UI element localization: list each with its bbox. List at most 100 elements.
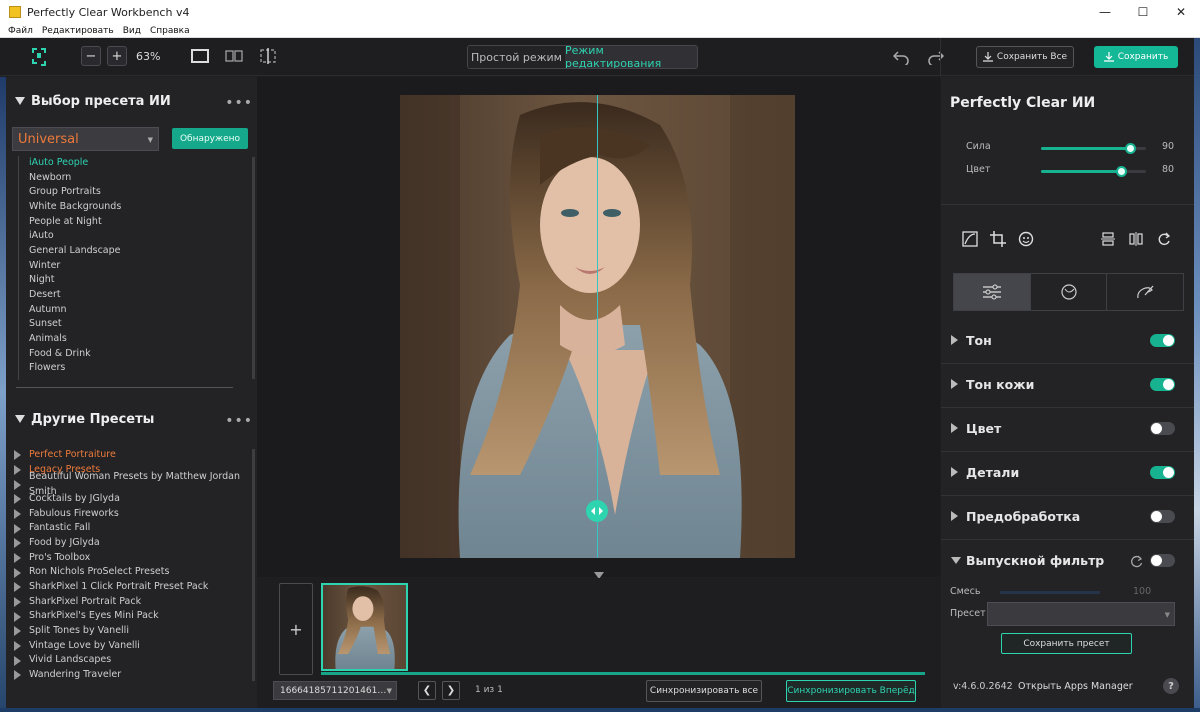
other-preset-item[interactable]: Fantastic Fall — [14, 521, 254, 536]
other-preset-item[interactable]: Food by JGlyda — [14, 536, 254, 551]
other-preset-item[interactable]: Beautiful Woman Presets by Matthew Jorda… — [14, 471, 254, 497]
strength-track[interactable] — [1041, 143, 1146, 154]
flip-horizontal-icon[interactable] — [1127, 231, 1145, 247]
ai-preset-item[interactable]: White Backgrounds — [19, 200, 254, 215]
save-preset-button[interactable]: Сохранить пресет — [1001, 633, 1132, 654]
minimize-button[interactable]: — — [1086, 0, 1124, 24]
blend-slider[interactable]: Смесь 100 — [950, 586, 1180, 598]
section-2[interactable]: Тон кожи — [941, 364, 1194, 408]
flip-vertical-icon[interactable] — [1099, 231, 1117, 247]
reset-icon[interactable] — [1130, 555, 1143, 568]
tab-creative[interactable] — [1031, 274, 1108, 310]
other-preset-item[interactable]: Wandering Traveler — [14, 668, 254, 683]
zoom-out-button[interactable]: − — [81, 46, 101, 66]
edit-mode-tab[interactable]: Режим редактирования — [565, 46, 697, 68]
other-preset-item[interactable]: Split Tones by Vanelli — [14, 624, 254, 639]
ai-preset-item[interactable]: iAuto — [19, 229, 254, 244]
detected-button[interactable]: Обнаружено — [172, 128, 248, 149]
crop-icon[interactable] — [989, 231, 1007, 247]
next-image-button[interactable]: ❯ — [442, 681, 460, 700]
add-image-button[interactable]: + — [279, 583, 313, 675]
blend-track[interactable] — [1000, 591, 1100, 594]
section-toggle[interactable] — [1150, 378, 1175, 391]
section-3[interactable]: Цвет — [941, 408, 1194, 452]
face-icon[interactable] — [1017, 231, 1035, 247]
ai-preset-item[interactable]: People at Night — [19, 215, 254, 230]
filmstrip-thumbnail[interactable] — [321, 583, 408, 671]
sync-forward-button[interactable]: Синхронизировать Вперёд — [786, 680, 916, 702]
other-preset-item[interactable]: Vivid Landscapes — [14, 653, 254, 668]
color-track[interactable] — [1041, 166, 1146, 177]
strength-slider[interactable]: Сила 90 — [966, 141, 1176, 155]
menu-help[interactable]: Справка — [150, 26, 190, 36]
section-toggle[interactable] — [1150, 334, 1175, 347]
ai-preset-item[interactable]: Food & Drink — [19, 347, 254, 362]
menu-file[interactable]: Файл — [8, 26, 33, 36]
ai-preset-item[interactable]: Night — [19, 273, 254, 288]
ai-preset-item[interactable]: General Landscape — [19, 244, 254, 259]
curves-icon[interactable] — [961, 231, 979, 247]
file-dropdown[interactable]: 16664185711201461… ▼ — [273, 681, 397, 700]
image-counter: 1 из 1 — [475, 685, 503, 695]
save-button[interactable]: Сохранить — [1094, 46, 1178, 68]
section-6[interactable]: Выпускной фильтр — [941, 540, 1194, 584]
expand-triangle-icon — [14, 611, 21, 622]
ai-preset-item[interactable]: Autumn — [19, 303, 254, 318]
section-toggle[interactable] — [1150, 422, 1175, 435]
section-1[interactable]: Тон — [941, 320, 1194, 364]
ai-preset-item[interactable]: Sunset — [19, 317, 254, 332]
apps-manager-link[interactable]: Открыть Apps Manager — [1018, 681, 1133, 692]
more-options-icon[interactable]: ••• — [225, 95, 253, 111]
color-slider[interactable]: Цвет 80 — [966, 164, 1176, 178]
section-5[interactable]: Предобработка — [941, 496, 1194, 540]
ai-preset-dropdown[interactable]: Universal ▼ — [12, 127, 159, 151]
section-4[interactable]: Детали — [941, 452, 1194, 496]
tab-adjustments[interactable] — [954, 274, 1031, 310]
menu-edit[interactable]: Редактировать — [42, 26, 114, 36]
strength-knob[interactable] — [1125, 143, 1136, 154]
other-presets-header[interactable]: Другие Пресеты ••• — [6, 407, 257, 431]
save-all-button[interactable]: Сохранить Все — [976, 46, 1074, 68]
ai-preset-item[interactable]: Animals — [19, 332, 254, 347]
help-icon[interactable]: ? — [1163, 678, 1179, 694]
other-preset-item[interactable]: Perfect Portraiture — [14, 448, 254, 463]
other-list-scrollbar[interactable] — [252, 449, 255, 681]
undo-icon[interactable] — [893, 49, 909, 65]
ai-preset-item[interactable]: Flowers — [19, 361, 254, 376]
simple-mode-tab[interactable]: Простой режим — [468, 46, 565, 68]
ai-preset-item[interactable]: iAuto People — [19, 156, 254, 171]
tab-retouch[interactable] — [1107, 274, 1183, 310]
ai-preset-item[interactable]: Desert — [19, 288, 254, 303]
ai-preset-item[interactable]: Newborn — [19, 171, 254, 186]
compare-split-line[interactable] — [597, 95, 598, 558]
split-view-icon[interactable] — [258, 48, 278, 64]
redo-icon[interactable] — [928, 49, 944, 65]
section-toggle[interactable] — [1150, 554, 1175, 567]
close-button[interactable]: ✕ — [1162, 0, 1200, 24]
other-preset-item[interactable]: Vintage Love by Vanelli — [14, 639, 254, 654]
ai-preset-header[interactable]: Выбор пресета ИИ ••• — [6, 89, 257, 113]
sync-all-button[interactable]: Синхронизировать все — [646, 680, 762, 702]
maximize-button[interactable]: ☐ — [1124, 0, 1162, 24]
prev-image-button[interactable]: ❮ — [418, 681, 436, 700]
other-preset-item[interactable]: SharkPixel's Eyes Mini Pack — [14, 609, 254, 624]
zoom-in-button[interactable]: + — [107, 46, 127, 66]
side-by-side-icon[interactable] — [224, 48, 244, 64]
ai-preset-item[interactable]: Winter — [19, 259, 254, 274]
other-preset-item[interactable]: Pro's Toolbox — [14, 551, 254, 566]
other-preset-item[interactable]: SharkPixel 1 Click Portrait Preset Pack — [14, 580, 254, 595]
filter-preset-dropdown[interactable]: ▼ — [987, 602, 1175, 626]
ai-list-scrollbar[interactable] — [252, 157, 255, 379]
ai-preset-item[interactable]: Group Portraits — [19, 185, 254, 200]
single-view-icon[interactable] — [190, 48, 210, 64]
rotate-icon[interactable] — [1155, 231, 1173, 247]
menu-view[interactable]: Вид — [123, 26, 141, 36]
other-preset-item[interactable]: SharkPixel Portrait Pack — [14, 595, 254, 610]
other-preset-item[interactable]: Fabulous Fireworks — [14, 507, 254, 522]
section-toggle[interactable] — [1150, 466, 1175, 479]
section-toggle[interactable] — [1150, 510, 1175, 523]
more-options-icon[interactable]: ••• — [225, 413, 253, 429]
color-knob[interactable] — [1116, 166, 1127, 177]
split-handle-icon[interactable] — [586, 500, 608, 522]
other-preset-item[interactable]: Ron Nichols ProSelect Presets — [14, 565, 254, 580]
